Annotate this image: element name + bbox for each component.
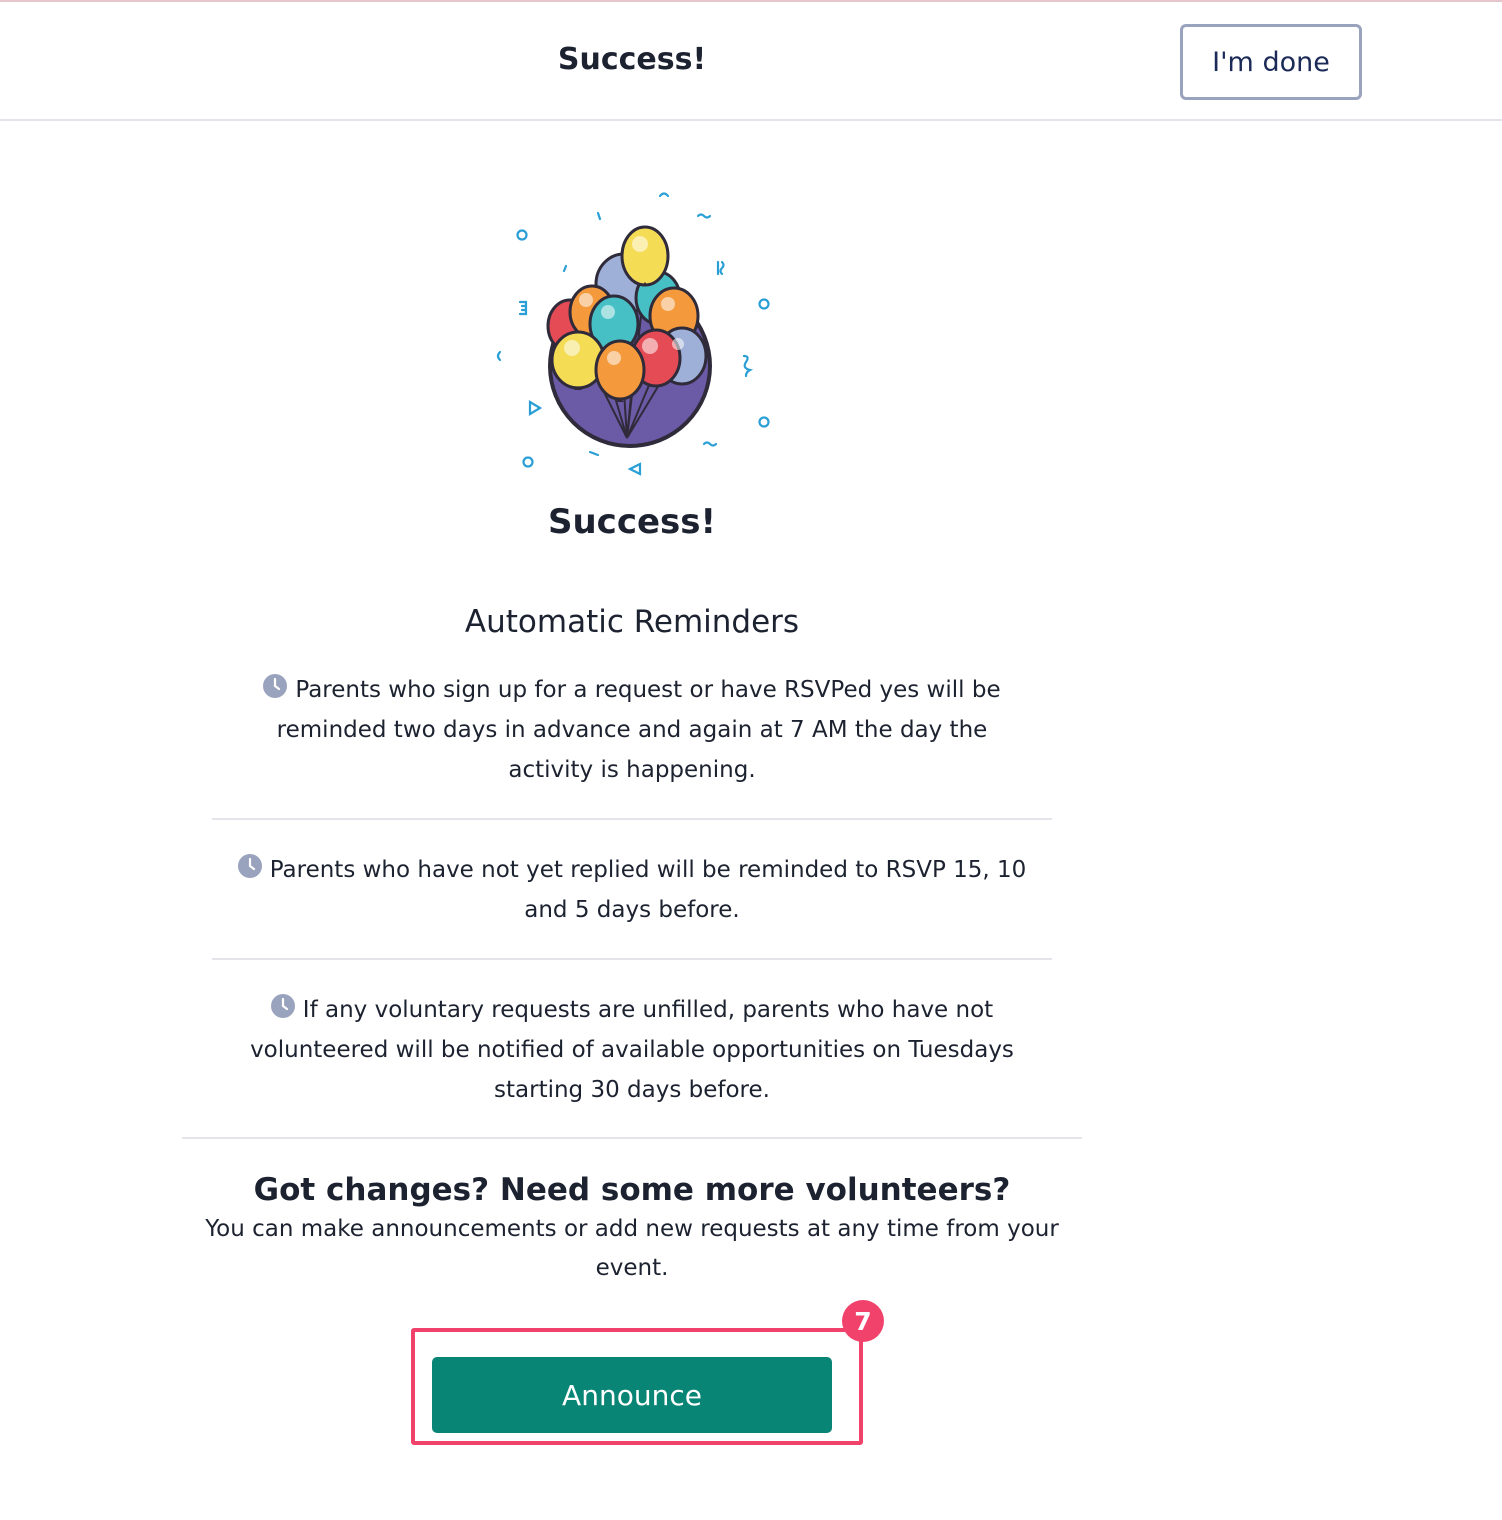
announce-button[interactable]: Announce (432, 1357, 832, 1433)
cta-title: Got changes? Need some more volunteers? (253, 1172, 1011, 1208)
cta-body: You can make announcements or add new re… (205, 1216, 1059, 1281)
header-bar: Success! I'm done (0, 2, 1502, 121)
clock-icon (270, 991, 295, 1018)
reminder-text-1: Parents who sign up for a request or hav… (276, 677, 1001, 783)
reminder-text-3: If any voluntary requests are unfilled, … (250, 997, 1014, 1103)
reminder-item-3: If any voluntary requests are unfilled, … (232, 990, 1032, 1110)
reminder-item-2: Parents who have not yet replied will be… (232, 850, 1032, 930)
success-title: Success! (547, 502, 717, 542)
reminder-text-2: Parents who have not yet replied will be… (269, 857, 1027, 923)
done-button[interactable]: I'm done (1180, 24, 1362, 100)
balloons-illustration (482, 180, 782, 490)
reminder-item-1: Parents who sign up for a request or hav… (232, 670, 1032, 790)
clock-icon (237, 851, 262, 878)
clock-icon (263, 671, 288, 698)
divider (212, 818, 1052, 820)
divider (212, 958, 1052, 960)
balloons-icon (496, 192, 770, 476)
section-divider (182, 1137, 1082, 1139)
reminders-title: Automatic Reminders (464, 604, 800, 640)
header-title: Success! (557, 42, 707, 77)
step-badge: 7 (842, 1300, 884, 1342)
